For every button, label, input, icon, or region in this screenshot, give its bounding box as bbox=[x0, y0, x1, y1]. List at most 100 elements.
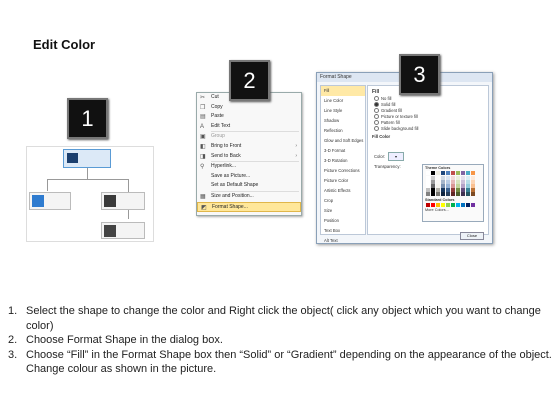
copy-icon: ❐ bbox=[200, 104, 206, 111]
color-swatch[interactable] bbox=[456, 192, 460, 196]
send-back-icon: ◨ bbox=[200, 153, 206, 160]
page-title: Edit Color bbox=[33, 37, 96, 52]
category-item[interactable]: 3-D Rotation bbox=[321, 156, 365, 166]
category-item[interactable]: Fill bbox=[321, 86, 365, 96]
color-swatch[interactable] bbox=[441, 192, 445, 196]
color-swatch[interactable] bbox=[446, 192, 450, 196]
menu-item-label: Group bbox=[211, 133, 225, 140]
color-swatch[interactable] bbox=[431, 192, 435, 196]
category-item[interactable]: Crop bbox=[321, 196, 365, 206]
node-photo-icon bbox=[32, 195, 44, 207]
step-badge-1: 1 bbox=[67, 98, 108, 139]
color-swatch[interactable] bbox=[461, 203, 465, 207]
instruction-item: 1. Select the shape to change the color a… bbox=[8, 305, 541, 332]
category-item[interactable]: Line Color bbox=[321, 96, 365, 106]
fill-option-label: Picture or texture fill bbox=[381, 114, 419, 119]
step-badge-3: 3 bbox=[399, 54, 440, 95]
color-swatch[interactable] bbox=[471, 192, 475, 196]
color-swatch[interactable] bbox=[461, 171, 465, 175]
standard-color-row bbox=[426, 203, 483, 207]
radio-icon bbox=[374, 108, 379, 114]
menu-item-copy[interactable]: ❐ Copy bbox=[197, 103, 301, 113]
radio-icon bbox=[374, 96, 379, 102]
node-photo-icon bbox=[104, 225, 116, 237]
category-item[interactable]: 3-D Format bbox=[321, 146, 365, 156]
menu-item-bring-to-front[interactable]: ◧ Bring to Front › bbox=[197, 142, 301, 152]
connector-line bbox=[47, 179, 129, 180]
color-swatch[interactable] bbox=[436, 192, 440, 196]
color-swatch[interactable] bbox=[466, 203, 470, 207]
category-item[interactable]: Line Style bbox=[321, 106, 365, 116]
color-swatch[interactable] bbox=[446, 171, 450, 175]
submenu-arrow-icon: › bbox=[295, 142, 297, 149]
menu-item-label: Set as Default Shape bbox=[211, 182, 259, 189]
bring-front-icon: ◧ bbox=[200, 143, 206, 150]
color-swatch[interactable] bbox=[456, 203, 460, 207]
category-item[interactable]: Text Box bbox=[321, 226, 365, 236]
color-swatch[interactable] bbox=[451, 192, 455, 196]
color-swatch[interactable] bbox=[426, 203, 430, 207]
org-node-top-selected[interactable] bbox=[63, 149, 111, 168]
org-node-bottom[interactable] bbox=[101, 222, 145, 239]
fill-pane: Fill No fill Solid fill Gradient fill Pictu… bbox=[367, 85, 489, 235]
close-button[interactable]: Close bbox=[460, 232, 484, 240]
color-swatch[interactable] bbox=[471, 171, 475, 175]
color-swatch[interactable] bbox=[436, 171, 440, 175]
color-swatch[interactable] bbox=[426, 171, 430, 175]
color-swatch[interactable] bbox=[471, 203, 475, 207]
color-swatch[interactable] bbox=[426, 192, 430, 196]
menu-item-size-and-position[interactable]: ▦ Size and Position... bbox=[197, 192, 301, 202]
menu-item-format-shape[interactable]: ◩ Format Shape... bbox=[197, 201, 301, 212]
menu-item-edit-text[interactable]: A Edit Text bbox=[197, 122, 301, 132]
category-item[interactable]: Artistic Effects bbox=[321, 186, 365, 196]
org-node-right[interactable] bbox=[101, 192, 145, 210]
color-picker-button[interactable]: ▾ bbox=[388, 152, 404, 161]
color-swatch[interactable] bbox=[451, 171, 455, 175]
cut-icon: ✂ bbox=[200, 95, 206, 101]
color-swatch[interactable] bbox=[446, 203, 450, 207]
hyperlink-icon: ⚲ bbox=[200, 164, 205, 171]
instruction-item: 2. Choose Format Shape in the dialog box. bbox=[8, 334, 223, 347]
color-swatch[interactable] bbox=[436, 203, 440, 207]
instructions-list: 1. Select the shape to change the color a… bbox=[8, 304, 553, 377]
color-swatch[interactable] bbox=[441, 203, 445, 207]
fill-option-label: Pattern fill bbox=[381, 120, 400, 125]
menu-item-save-as-picture[interactable]: Save as Picture... bbox=[197, 172, 301, 182]
category-item[interactable]: Size bbox=[321, 206, 365, 216]
menu-item-label: Edit Text bbox=[211, 122, 231, 129]
color-swatch[interactable] bbox=[451, 203, 455, 207]
category-item[interactable]: Reflection bbox=[321, 126, 365, 136]
step-badge-2: 2 bbox=[229, 60, 270, 101]
category-item[interactable]: Shadow bbox=[321, 116, 365, 126]
category-item[interactable]: Picture Color bbox=[321, 176, 365, 186]
radio-icon bbox=[374, 114, 379, 120]
radio-icon bbox=[374, 120, 379, 126]
transparency-label: Transparency: bbox=[374, 164, 401, 169]
category-item[interactable]: Glow and Soft Edges bbox=[321, 136, 365, 146]
paste-icon: ▤ bbox=[200, 114, 206, 121]
format-shape-dialog: Format Shape Fill Line Color Line Style Sha… bbox=[316, 72, 493, 244]
color-swatch[interactable] bbox=[431, 171, 435, 175]
color-swatch[interactable] bbox=[456, 171, 460, 175]
menu-item-set-as-default-shape[interactable]: Set as Default Shape bbox=[197, 181, 301, 191]
org-chart-panel bbox=[26, 146, 154, 242]
menu-item-label: Save as Picture... bbox=[211, 172, 251, 179]
color-swatch[interactable] bbox=[431, 203, 435, 207]
color-swatch[interactable] bbox=[466, 192, 470, 196]
menu-item-hyperlink[interactable]: ⚲ Hyperlink... bbox=[197, 162, 301, 172]
connector-line bbox=[87, 167, 88, 179]
color-label: Color: bbox=[374, 154, 386, 159]
category-item[interactable]: Position bbox=[321, 216, 365, 226]
menu-item-send-to-back[interactable]: ◨ Send to Back › bbox=[197, 152, 301, 162]
menu-item-group[interactable]: ▣ Group bbox=[197, 132, 301, 142]
color-swatch[interactable] bbox=[441, 171, 445, 175]
category-item[interactable]: Alt Text bbox=[321, 236, 365, 246]
category-item[interactable]: Picture Corrections bbox=[321, 166, 365, 176]
menu-item-paste[interactable]: ▤ Paste bbox=[197, 112, 301, 122]
color-swatch[interactable] bbox=[461, 192, 465, 196]
fill-option-label: Slide background fill bbox=[381, 126, 419, 131]
org-node-left[interactable] bbox=[29, 192, 71, 210]
more-colors-link[interactable]: More Colors... bbox=[423, 207, 483, 213]
fill-option-radio[interactable]: Slide background fill bbox=[368, 126, 488, 132]
color-swatch[interactable] bbox=[466, 171, 470, 175]
